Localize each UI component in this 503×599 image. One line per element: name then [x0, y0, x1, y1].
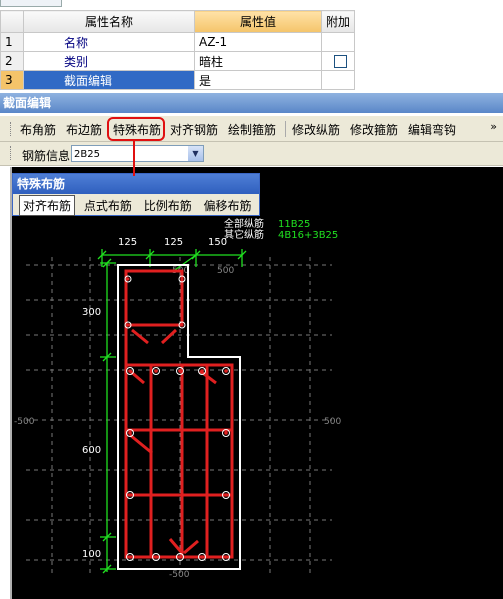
popup-options: 对齐布筋 点式布筋 比例布筋 偏移布筋 [19, 195, 257, 216]
dimensions [97, 249, 247, 574]
annotation-highlight [107, 117, 165, 141]
property-extra [320, 32, 356, 52]
tool-edit-hook[interactable]: 编辑弯钩 [408, 121, 456, 138]
header-corner [0, 10, 24, 33]
header-extra[interactable]: 附加 [320, 10, 356, 33]
property-header-row: 属性名称 属性值 附加 [0, 10, 356, 33]
axis-label: 500 [324, 417, 341, 427]
section-drawing: -500 500 -500 500 500 全部纵筋 11B25 其它纵筋 4B… [14, 217, 341, 580]
row-number: 2 [0, 51, 24, 71]
property-row[interactable]: 2 类别 暗柱 [0, 51, 356, 71]
property-extra [320, 70, 356, 90]
property-value[interactable]: 是 [194, 70, 322, 90]
option-ratio-rebar[interactable]: 比例布筋 [141, 196, 195, 215]
dim-label: 100 [82, 549, 101, 560]
row-number: 1 [0, 32, 24, 52]
chevron-down-icon[interactable]: ▼ [188, 146, 203, 161]
popup-title: 特殊布筋 [13, 174, 259, 194]
grid [26, 257, 332, 577]
info-value: 4B16+3B25 [278, 230, 338, 241]
axis-label: -500 [14, 417, 35, 427]
toolbar-separator [285, 121, 286, 137]
tool-edit-longitudinal[interactable]: 修改纵筋 [292, 121, 340, 138]
row-number: 3 [0, 70, 24, 90]
window-title: 截面编辑 [0, 93, 503, 113]
toolbar-overflow-icon[interactable]: » [490, 120, 497, 133]
option-point-rebar[interactable]: 点式布筋 [81, 196, 135, 215]
property-value[interactable]: AZ-1 [194, 32, 322, 52]
tool-edit-stirrup[interactable]: 修改箍筋 [350, 121, 398, 138]
tool-edge-rebar[interactable]: 布边筋 [66, 121, 102, 138]
rebar-info-label: 钢筋信息 [22, 149, 71, 163]
dim-label: 150 [208, 237, 227, 248]
info-label: 全部纵筋 [224, 217, 264, 230]
header-name[interactable]: 属性名称 [23, 10, 195, 33]
section-outline [117, 264, 241, 570]
option-offset-rebar[interactable]: 偏移布筋 [201, 196, 255, 215]
rebar-stirrups [124, 269, 234, 559]
info-value: 11B25 [278, 219, 310, 230]
option-align-rebar[interactable]: 对齐布筋 [19, 195, 76, 216]
special-rebar-popup: 特殊布筋 对齐布筋 点式布筋 比例布筋 偏移布筋 [12, 173, 260, 216]
axis-label: 500 [217, 266, 234, 276]
property-grid-top-edge [0, 0, 62, 7]
rebar-toolbar: 布角筋 布边筋 特殊布筋 对齐钢筋 绘制箍筋 修改纵筋 修改箍筋 编辑弯钩 » [0, 116, 503, 142]
property-name[interactable]: 名称 [23, 32, 195, 52]
header-value[interactable]: 属性值 [194, 10, 322, 33]
attach-checkbox[interactable] [334, 55, 347, 68]
rebar-points [124, 275, 230, 561]
property-name[interactable]: 类别 [23, 51, 195, 71]
toolbar-grip-icon[interactable] [10, 122, 14, 136]
axis-label: -500 [169, 570, 190, 580]
property-table: 属性名称 属性值 附加 1 名称 AZ-1 2 类别 暗柱 3 截面编辑 是 [0, 10, 356, 90]
info-label: 其它纵筋 [224, 228, 264, 241]
tool-align-rebar[interactable]: 对齐钢筋 [170, 121, 218, 138]
rebar-info-value: 2B25 [74, 149, 100, 160]
property-name[interactable]: 截面编辑 [23, 70, 195, 90]
property-extra [320, 51, 356, 71]
rebar-info-select[interactable]: 2B25 ▼ [71, 145, 204, 162]
dim-label: 125 [118, 237, 137, 248]
annotation-callout-line [133, 141, 135, 176]
property-value[interactable]: 暗柱 [194, 51, 322, 71]
property-row[interactable]: 1 名称 AZ-1 [0, 32, 356, 52]
property-row-selected[interactable]: 3 截面编辑 是 [0, 70, 356, 90]
tool-corner-rebar[interactable]: 布角筋 [20, 121, 56, 138]
section-canvas[interactable]: -500 500 -500 500 500 全部纵筋 11B25 其它纵筋 4B… [10, 167, 503, 599]
dim-label: 600 [82, 445, 101, 456]
dim-label: 125 [164, 237, 183, 248]
dim-label: 300 [82, 307, 101, 318]
toolbar-grip-icon[interactable] [10, 146, 14, 160]
property-grid: 属性名称 属性值 附加 1 名称 AZ-1 2 类别 暗柱 3 截面编辑 是 [0, 0, 503, 91]
tool-draw-stirrup[interactable]: 绘制箍筋 [228, 121, 276, 138]
